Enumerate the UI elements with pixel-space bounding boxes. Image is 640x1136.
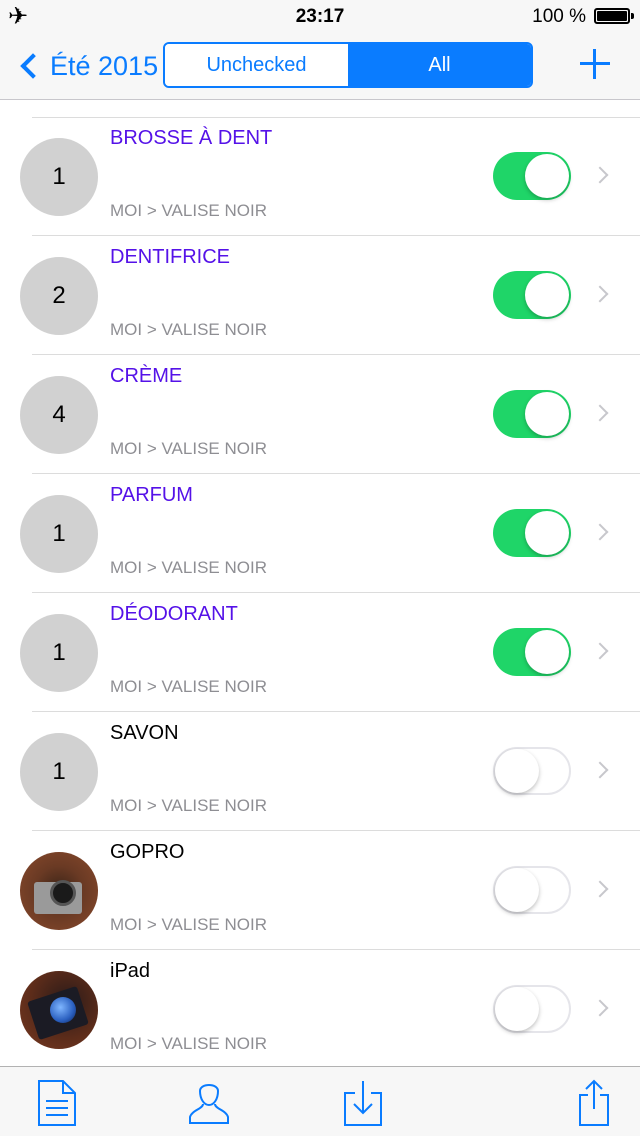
item-title: DENTIFRICE xyxy=(110,246,230,268)
item-path: MOI > VALISE NOIR xyxy=(110,320,267,339)
count-badge: 2 xyxy=(20,257,98,335)
item-path: MOI > VALISE NOIR xyxy=(110,677,267,696)
document-icon[interactable] xyxy=(37,1079,77,1127)
item-photo xyxy=(20,852,98,930)
navigation-bar: Été 2015 Unchecked All xyxy=(0,36,640,100)
count-badge: 1 xyxy=(20,138,98,216)
item-path: MOI > VALISE NOIR xyxy=(110,796,267,815)
list-item[interactable]: 1 SAVON MOI > VALISE NOIR xyxy=(20,712,640,831)
item-title: SAVON xyxy=(110,722,179,744)
toggle-knob xyxy=(525,154,569,198)
item-photo xyxy=(20,971,98,1049)
toggle-knob xyxy=(495,987,539,1031)
count-badge: 1 xyxy=(20,495,98,573)
list-item[interactable]: 2 DENTIFRICE MOI > VALISE NOIR xyxy=(20,236,640,355)
back-label: Été 2015 xyxy=(50,50,159,81)
list-item[interactable]: iPad MOI > VALISE NOIR xyxy=(20,950,640,1069)
item-title: BROSSE À DENT xyxy=(110,127,273,149)
chevron-right-icon[interactable] xyxy=(591,404,609,422)
share-icon[interactable] xyxy=(578,1079,610,1127)
item-list: 1 BROSSE À DENT MOI > VALISE NOIR 2 DENT… xyxy=(0,117,640,1069)
segment-unchecked[interactable]: Unchecked xyxy=(165,44,348,86)
download-icon[interactable] xyxy=(343,1079,383,1127)
bottom-toolbar xyxy=(0,1066,640,1136)
status-bar: ✈ 23:17 100 % xyxy=(0,0,640,36)
chevron-right-icon[interactable] xyxy=(591,166,609,184)
item-title: GOPRO xyxy=(110,841,185,863)
item-path: MOI > VALISE NOIR xyxy=(110,201,267,220)
filter-segmented-control: Unchecked All xyxy=(163,42,533,88)
packed-toggle[interactable] xyxy=(493,628,571,676)
toggle-knob xyxy=(525,392,569,436)
item-path: MOI > VALISE NOIR xyxy=(110,915,267,934)
item-title: PARFUM xyxy=(110,484,193,506)
chevron-right-icon[interactable] xyxy=(591,523,609,541)
packed-toggle[interactable] xyxy=(493,509,571,557)
toggle-knob xyxy=(495,868,539,912)
person-icon[interactable] xyxy=(186,1079,232,1125)
packed-toggle[interactable] xyxy=(493,152,571,200)
chevron-right-icon[interactable] xyxy=(591,285,609,303)
item-path: MOI > VALISE NOIR xyxy=(110,439,267,458)
list-item[interactable]: 1 DÉODORANT MOI > VALISE NOIR xyxy=(20,593,640,712)
item-title: DÉODORANT xyxy=(110,603,238,625)
chevron-right-icon[interactable] xyxy=(591,880,609,898)
camera-lens-shape xyxy=(50,880,76,906)
tablet-screen-shape xyxy=(50,997,76,1023)
chevron-right-icon[interactable] xyxy=(591,642,609,660)
chevron-left-icon xyxy=(20,53,46,79)
packed-toggle[interactable] xyxy=(493,271,571,319)
item-title: CRÈME xyxy=(110,365,183,387)
count-badge: 1 xyxy=(20,733,98,811)
count-badge: 4 xyxy=(20,376,98,454)
chevron-right-icon[interactable] xyxy=(591,999,609,1017)
list-item[interactable]: 4 CRÈME MOI > VALISE NOIR xyxy=(20,355,640,474)
packed-toggle[interactable] xyxy=(493,390,571,438)
battery-icon xyxy=(594,8,634,24)
packed-toggle[interactable] xyxy=(493,866,571,914)
list-item[interactable]: GOPRO MOI > VALISE NOIR xyxy=(20,831,640,950)
segment-all[interactable]: All xyxy=(348,44,531,86)
toggle-knob xyxy=(495,749,539,793)
item-title: iPad xyxy=(110,960,151,982)
toggle-knob xyxy=(525,630,569,674)
packed-toggle[interactable] xyxy=(493,985,571,1033)
toggle-knob xyxy=(525,511,569,555)
toggle-knob xyxy=(525,273,569,317)
packed-toggle[interactable] xyxy=(493,747,571,795)
count-badge: 1 xyxy=(20,614,98,692)
item-path: MOI > VALISE NOIR xyxy=(110,558,267,577)
list-item[interactable]: 1 BROSSE À DENT MOI > VALISE NOIR xyxy=(20,117,640,236)
chevron-right-icon[interactable] xyxy=(591,761,609,779)
back-button[interactable]: Été 2015 xyxy=(18,46,158,86)
plus-icon[interactable] xyxy=(580,49,610,79)
list-item[interactable]: 1 PARFUM MOI > VALISE NOIR xyxy=(20,474,640,593)
battery-percent: 100 % xyxy=(532,6,586,27)
item-path: MOI > VALISE NOIR xyxy=(110,1034,267,1053)
